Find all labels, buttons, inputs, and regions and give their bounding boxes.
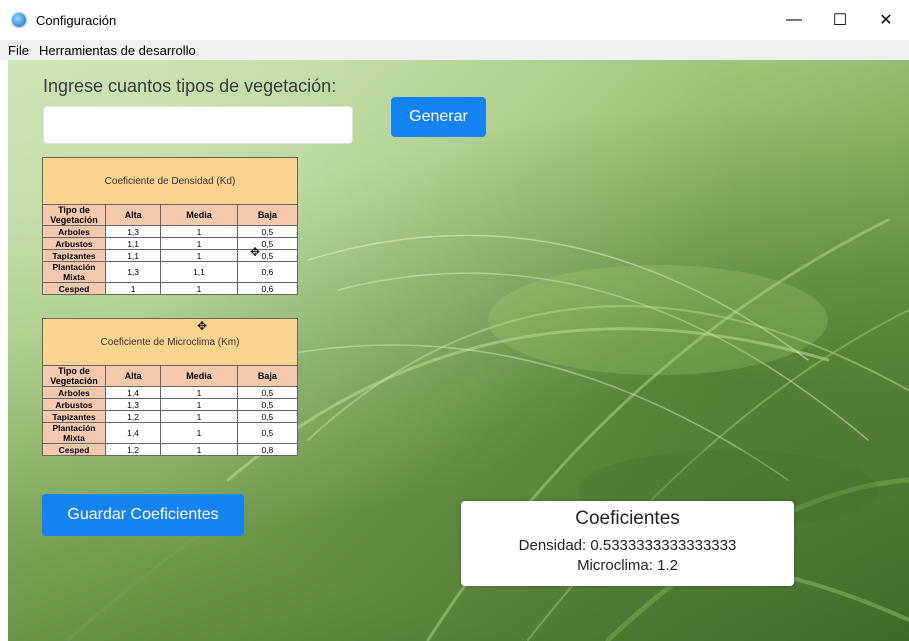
row-label: Plantación Mixta: [42, 261, 106, 283]
table-row: Plantación Mixta 1,3 1,1 0,6: [42, 261, 299, 283]
menu-file[interactable]: File: [0, 43, 34, 58]
table-cell: 0,5: [236, 249, 299, 262]
table-row: Arbustos 1,3 1 0,5: [42, 398, 299, 411]
row-label: Tapizantes: [42, 249, 106, 262]
table-row: Arboles 1,3 1 0,5: [42, 225, 299, 238]
table-cell: 0,5: [236, 237, 299, 250]
table-cell: 1,3: [104, 225, 162, 238]
table-cell: 1,3: [104, 398, 162, 411]
table-cell: 1,1: [104, 249, 162, 262]
column-header: Media: [160, 365, 238, 387]
generate-button[interactable]: Generar: [391, 97, 486, 137]
table-cell: 1: [160, 249, 238, 262]
density-coefficient-table: Coeficiente de Densidad (Kd) Tipo de Veg…: [42, 157, 299, 295]
result-title: Coeficientes: [575, 508, 680, 529]
row-label: Arboles: [42, 386, 106, 399]
microclimate-coefficient-table: Coeficiente de Microclima (Km) Tipo de V…: [42, 318, 299, 456]
coefficients-result-card: Coeficientes Densidad: 0.533333333333333…: [461, 501, 794, 586]
row-label: Arboles: [42, 225, 106, 238]
main-content: Ingrese cuantos tipos de vegetación: Gen…: [8, 60, 909, 641]
table-cell: 0,5: [236, 422, 299, 444]
table-cell: 1: [160, 386, 238, 399]
column-header: Media: [160, 204, 238, 226]
table-cell: 0,6: [236, 282, 299, 295]
column-header: Baja: [236, 204, 299, 226]
table-cell: 1: [160, 237, 238, 250]
window-title: Configuración: [36, 12, 117, 28]
row-label: Arbustos: [42, 237, 106, 250]
column-header: Baja: [236, 365, 299, 387]
table-row: Tapizantes 1,2 1 0,5: [42, 410, 299, 423]
table-caption: Coeficiente de Microclima (Km): [42, 318, 298, 366]
table-cell: 1: [160, 422, 238, 444]
column-header: Tipo de Vegetación: [42, 365, 106, 387]
table-cell: 1,2: [104, 410, 162, 423]
row-label: Arbustos: [42, 398, 106, 411]
vegetation-count-label: Ingrese cuantos tipos de vegetación:: [43, 76, 337, 96]
table-cell: 1,1: [160, 261, 238, 283]
move-cursor-icon: ✥: [250, 245, 261, 259]
column-header: Alta: [104, 365, 162, 387]
table-cell: 1: [104, 282, 162, 295]
vegetation-count-input[interactable]: [43, 106, 353, 144]
minimize-button[interactable]: —: [771, 0, 817, 40]
row-label: Cesped: [42, 443, 106, 456]
row-label: Plantación Mixta: [42, 422, 106, 444]
move-cursor-icon: ✥: [197, 319, 208, 333]
table-cell: 0,8: [236, 443, 299, 456]
row-label: Cesped: [42, 282, 106, 295]
app-icon: [11, 12, 27, 28]
table-cell: 1,4: [104, 386, 162, 399]
title-bar: Configuración — ☐ ✕: [0, 0, 909, 40]
table-cell: 1: [160, 398, 238, 411]
table-row: Cesped 1 1 0,6: [42, 282, 299, 295]
table-row: Cesped 1,2 1 0,8: [42, 443, 299, 456]
table-cell: 1: [160, 282, 238, 295]
table-cell: 1,4: [104, 422, 162, 444]
table-cell: 1,3: [104, 261, 162, 283]
table-cell: 1: [160, 225, 238, 238]
table-cell: 0,6: [236, 261, 299, 283]
table-cell: 0,5: [236, 225, 299, 238]
table-cell: 1: [160, 410, 238, 423]
row-label: Tapizantes: [42, 410, 106, 423]
column-header: Tipo de Vegetación: [42, 204, 106, 226]
density-result: Densidad: 0.5333333333333333: [518, 537, 737, 554]
window-controls: — ☐ ✕: [771, 0, 909, 40]
menu-dev-tools[interactable]: Herramientas de desarrollo: [34, 43, 201, 58]
save-coefficients-button[interactable]: Guardar Coeficientes: [42, 494, 244, 536]
table-cell: 0,5: [236, 386, 299, 399]
table-cell: 0,5: [236, 410, 299, 423]
table-cell: 1: [160, 443, 238, 456]
table-cell: 0,5: [236, 398, 299, 411]
table-cell: 1,2: [104, 443, 162, 456]
column-header: Alta: [104, 204, 162, 226]
table-row: Arboles 1,4 1 0,5: [42, 386, 299, 399]
table-caption: Coeficiente de Densidad (Kd): [42, 157, 298, 205]
maximize-button[interactable]: ☐: [817, 0, 863, 40]
close-button[interactable]: ✕: [863, 0, 909, 40]
table-cell: 1,1: [104, 237, 162, 250]
table-row: Plantación Mixta 1,4 1 0,5: [42, 422, 299, 444]
menu-bar: File Herramientas de desarrollo: [0, 40, 909, 60]
microclimate-result: Microclima: 1.2: [577, 557, 678, 574]
